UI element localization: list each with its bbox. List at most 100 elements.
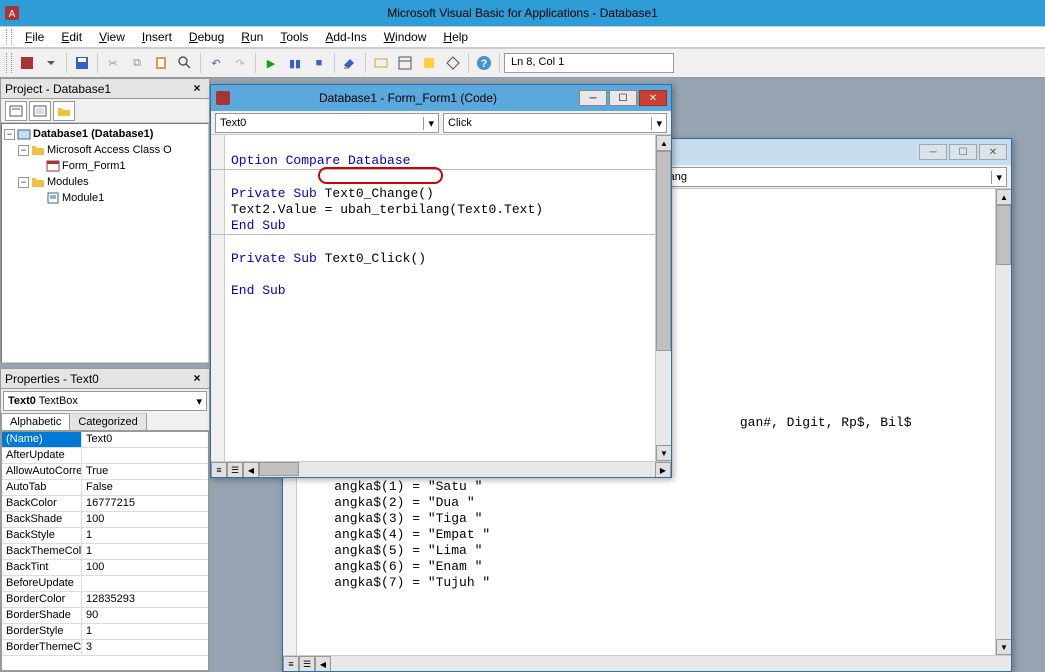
properties-icon[interactable]: [394, 52, 416, 74]
menu-addins[interactable]: Add-Ins: [317, 28, 374, 46]
form-icon: [46, 159, 60, 173]
run-icon[interactable]: ▶: [260, 52, 282, 74]
object-browser-icon[interactable]: [418, 52, 440, 74]
menu-file[interactable]: File: [17, 28, 52, 46]
tree-folder-modules[interactable]: − Modules: [4, 174, 206, 190]
scroll-right-icon[interactable]: ▶: [655, 462, 671, 477]
scroll-down-icon[interactable]: ▼: [996, 639, 1011, 655]
menu-help[interactable]: Help: [435, 28, 476, 46]
property-row[interactable]: BorderColor12835293: [2, 592, 208, 608]
tree-folder-class[interactable]: − Microsoft Access Class O: [4, 142, 206, 158]
close-icon[interactable]: ✕: [639, 90, 667, 106]
form-titlebar[interactable]: Database1 - Form_Form1 (Code) ─ ☐ ✕: [211, 85, 671, 111]
project-explorer-icon[interactable]: [370, 52, 392, 74]
property-row[interactable]: BackStyle1: [2, 528, 208, 544]
help-icon[interactable]: ?: [473, 52, 495, 74]
minimize-icon[interactable]: ─: [919, 144, 947, 160]
cut-icon[interactable]: ✂: [102, 52, 124, 74]
tab-categorized[interactable]: Categorized: [69, 413, 146, 430]
view-access-icon[interactable]: [16, 52, 38, 74]
properties-object-combo[interactable]: Text0 TextBox ▾: [3, 391, 207, 411]
expander-icon[interactable]: −: [18, 177, 29, 188]
object-dropdown[interactable]: Text0 ▾: [215, 113, 439, 133]
project-icon: [17, 127, 31, 141]
save-icon[interactable]: [71, 52, 93, 74]
app-title: Microsoft Visual Basic for Applications …: [387, 6, 658, 20]
full-module-view-icon[interactable]: ☰: [299, 656, 315, 671]
property-row[interactable]: BorderStyle1: [2, 624, 208, 640]
properties-grid[interactable]: (Name)Text0AfterUpdateAllowAutoCorrectTr…: [1, 431, 209, 671]
minimize-icon[interactable]: ─: [579, 90, 607, 106]
property-row[interactable]: BorderShade90: [2, 608, 208, 624]
access-icon: A: [4, 5, 20, 21]
menu-tools[interactable]: Tools: [272, 28, 316, 46]
dropdown-arrow-icon: ▾: [423, 117, 434, 130]
properties-close-icon[interactable]: ×: [189, 371, 205, 387]
dropdown-arrow-icon: ▾: [651, 117, 662, 130]
menubar-grip[interactable]: [6, 29, 12, 45]
find-icon[interactable]: [174, 52, 196, 74]
property-row[interactable]: AutoTabFalse: [2, 480, 208, 496]
scroll-up-icon[interactable]: ▲: [656, 135, 671, 151]
paste-icon[interactable]: [150, 52, 172, 74]
scroll-down-icon[interactable]: ▼: [656, 445, 671, 461]
folder-icon: [31, 175, 45, 189]
project-tree[interactable]: − Database1 (Database1) − Microsoft Acce…: [1, 123, 209, 363]
design-mode-icon[interactable]: [339, 52, 361, 74]
full-module-view-icon[interactable]: ☰: [227, 462, 243, 477]
expander-icon[interactable]: −: [4, 129, 15, 140]
maximize-icon[interactable]: ☐: [949, 144, 977, 160]
scroll-left-icon[interactable]: ◀: [315, 656, 331, 671]
vertical-scrollbar[interactable]: ▲ ▼: [995, 189, 1011, 655]
menu-debug[interactable]: Debug: [181, 28, 232, 46]
properties-title: Properties - Text0: [5, 372, 99, 386]
vertical-scrollbar[interactable]: ▲ ▼: [655, 135, 671, 461]
procedure-dropdown[interactable]: Click ▾: [443, 113, 667, 133]
tree-item-module[interactable]: Module1: [4, 190, 206, 206]
menu-insert[interactable]: Insert: [134, 28, 180, 46]
maximize-icon[interactable]: ☐: [609, 90, 637, 106]
project-close-icon[interactable]: ×: [189, 81, 205, 97]
property-row[interactable]: AfterUpdate: [2, 448, 208, 464]
property-row[interactable]: BackShade100: [2, 512, 208, 528]
view-code-icon[interactable]: [5, 101, 27, 121]
redo-icon[interactable]: ↷: [229, 52, 251, 74]
app-titlebar: A Microsoft Visual Basic for Application…: [0, 0, 1045, 26]
procedure-view-icon[interactable]: ≡: [211, 462, 227, 477]
tab-alphabetic[interactable]: Alphabetic: [1, 413, 70, 430]
close-icon[interactable]: ✕: [979, 144, 1007, 160]
menu-window[interactable]: Window: [376, 28, 435, 46]
toolbar-grip[interactable]: [6, 53, 12, 73]
form-code-text[interactable]: Option Compare Database Private Sub Text…: [211, 135, 671, 301]
menu-view[interactable]: View: [91, 28, 133, 46]
tree-root[interactable]: − Database1 (Database1): [4, 126, 206, 142]
toolbox-icon[interactable]: [442, 52, 464, 74]
access-icon: [215, 90, 231, 106]
break-icon[interactable]: ▮▮: [284, 52, 306, 74]
property-row[interactable]: (Name)Text0: [2, 432, 208, 448]
menu-run[interactable]: Run: [233, 28, 271, 46]
reset-icon[interactable]: ■: [308, 52, 330, 74]
property-row[interactable]: BackColor16777215: [2, 496, 208, 512]
tree-item-form[interactable]: Form_Form1: [4, 158, 206, 174]
procedure-view-icon[interactable]: ≡: [283, 656, 299, 671]
insert-module-icon[interactable]: [40, 52, 62, 74]
form-code-window[interactable]: Database1 - Form_Form1 (Code) ─ ☐ ✕ Text…: [210, 84, 672, 478]
horizontal-scrollbar[interactable]: ≡ ☰ ◀: [283, 655, 1011, 671]
property-row[interactable]: BackThemeColorIndex1: [2, 544, 208, 560]
view-object-icon[interactable]: [29, 101, 51, 121]
scroll-left-icon[interactable]: ◀: [243, 462, 259, 477]
scroll-up-icon[interactable]: ▲: [996, 189, 1011, 205]
expander-icon[interactable]: −: [18, 145, 29, 156]
toggle-folders-icon[interactable]: [53, 101, 75, 121]
property-row[interactable]: AllowAutoCorrectTrue: [2, 464, 208, 480]
copy-icon[interactable]: ⧉: [126, 52, 148, 74]
property-row[interactable]: BackTint100: [2, 560, 208, 576]
module-proc-dropdown[interactable]: rbilang ▾: [649, 167, 1007, 187]
undo-icon[interactable]: ↶: [205, 52, 227, 74]
property-row[interactable]: BorderThemeColorIndex3: [2, 640, 208, 656]
property-row[interactable]: BeforeUpdate: [2, 576, 208, 592]
toolbar: ✂ ⧉ ↶ ↷ ▶ ▮▮ ■ ? Ln 8, Col 1: [0, 48, 1045, 78]
menu-edit[interactable]: Edit: [53, 28, 90, 46]
horizontal-scrollbar[interactable]: ≡ ☰ ◀ ▶: [211, 461, 671, 477]
